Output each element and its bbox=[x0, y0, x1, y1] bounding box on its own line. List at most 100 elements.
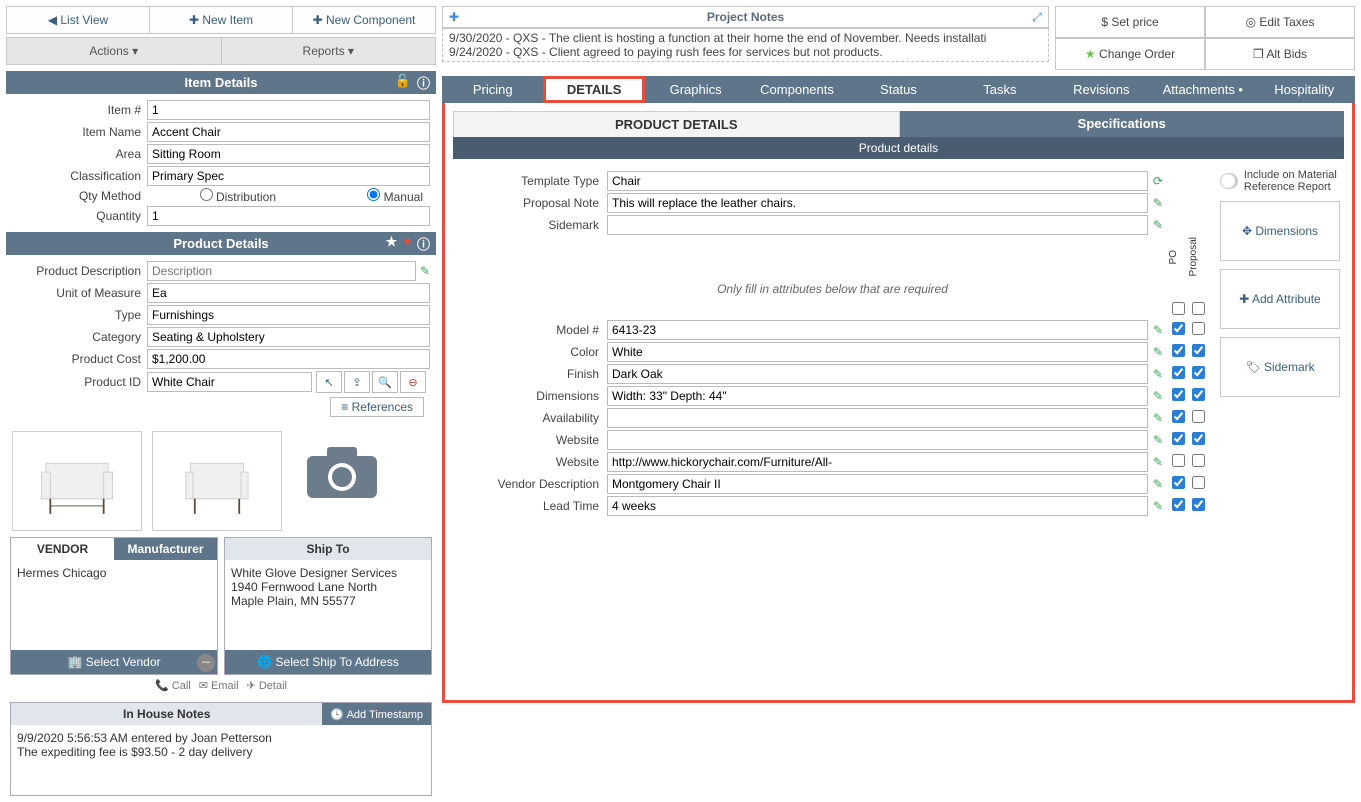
pencil-icon[interactable]: ✎ bbox=[420, 264, 430, 278]
tab-tasks[interactable]: Tasks bbox=[949, 76, 1050, 103]
tab-attachments[interactable]: Attachments • bbox=[1152, 76, 1253, 103]
pencil-icon[interactable]: ✎ bbox=[1148, 218, 1168, 232]
actions-menu[interactable]: Actions ▾ bbox=[7, 38, 222, 64]
pid-upload-icon[interactable]: ⇪ bbox=[344, 371, 370, 393]
attr-po-6[interactable] bbox=[1172, 454, 1185, 467]
refresh-icon[interactable]: ⟳ bbox=[1148, 174, 1168, 188]
attr-po-3[interactable] bbox=[1172, 388, 1185, 401]
pencil-icon[interactable]: ✎ bbox=[1148, 433, 1168, 447]
pencil-icon[interactable]: ✎ bbox=[1148, 345, 1168, 359]
set-price-button[interactable]: $ Set price bbox=[1055, 6, 1205, 38]
uom-input[interactable] bbox=[147, 283, 430, 303]
tab-hospitality[interactable]: Hospitality bbox=[1254, 76, 1355, 103]
expand-icon[interactable]: ⤢ bbox=[1026, 10, 1048, 25]
attr-proposal-8[interactable] bbox=[1192, 498, 1205, 511]
category-input[interactable] bbox=[147, 327, 430, 347]
new-item-button[interactable]: ✚ New Item bbox=[150, 7, 293, 33]
item-name-input[interactable] bbox=[147, 122, 430, 142]
pid-remove-icon[interactable]: ⊖ bbox=[400, 371, 426, 393]
template-type-input[interactable] bbox=[607, 171, 1148, 191]
pencil-icon[interactable]: ✎ bbox=[1148, 367, 1168, 381]
add-timestamp-button[interactable]: 🕓 Add Timestamp bbox=[322, 703, 431, 725]
reports-menu[interactable]: Reports ▾ bbox=[222, 38, 436, 64]
attr-proposal-6[interactable] bbox=[1192, 454, 1205, 467]
detail-link[interactable]: ✈ Detail bbox=[247, 679, 287, 692]
email-link[interactable]: ✉ Email bbox=[199, 679, 239, 692]
pencil-icon[interactable]: ✎ bbox=[1148, 411, 1168, 425]
pencil-icon[interactable]: ✎ bbox=[1148, 477, 1168, 491]
attr-po-0[interactable] bbox=[1172, 322, 1185, 335]
manufacturer-tab[interactable]: Manufacturer bbox=[114, 538, 217, 560]
pid-open-icon[interactable]: ↖ bbox=[316, 371, 342, 393]
project-notes-body[interactable]: 9/30/2020 - QXS - The client is hosting … bbox=[442, 28, 1049, 62]
list-view-button[interactable]: ◀ List View bbox=[7, 7, 150, 33]
quantity-input[interactable] bbox=[147, 206, 430, 226]
heart-icon[interactable]: ♥ bbox=[403, 234, 411, 253]
attr-input-2[interactable] bbox=[607, 364, 1148, 384]
attr-po-4[interactable] bbox=[1172, 410, 1185, 423]
attr-input-6[interactable] bbox=[607, 452, 1148, 472]
tab-status[interactable]: Status bbox=[848, 76, 949, 103]
sidemark-input[interactable] bbox=[607, 215, 1148, 235]
attr-input-0[interactable] bbox=[607, 320, 1148, 340]
subtab-product-details[interactable]: PRODUCT DETAILS bbox=[453, 111, 900, 137]
attr-po-7[interactable] bbox=[1172, 476, 1185, 489]
attr-proposal-3[interactable] bbox=[1192, 388, 1205, 401]
pencil-icon[interactable]: ✎ bbox=[1148, 323, 1168, 337]
qty-distribution-radio[interactable]: Distribution bbox=[147, 188, 282, 204]
tab-components[interactable]: Components bbox=[746, 76, 847, 103]
sidemark-button[interactable]: 🏷 Sidemark bbox=[1220, 337, 1340, 397]
vendor-tab[interactable]: VENDOR bbox=[11, 538, 114, 560]
attr-po-2[interactable] bbox=[1172, 366, 1185, 379]
notes-body[interactable]: 9/9/2020 5:56:53 AM entered by Joan Pett… bbox=[11, 725, 431, 795]
tab-graphics[interactable]: Graphics bbox=[645, 76, 746, 103]
attr-proposal-4[interactable] bbox=[1192, 410, 1205, 423]
include-report-toggle[interactable] bbox=[1220, 173, 1238, 189]
pid-search-icon[interactable]: 🔍 bbox=[372, 371, 398, 393]
pencil-icon[interactable]: ✎ bbox=[1148, 455, 1168, 469]
cost-input[interactable] bbox=[147, 349, 430, 369]
star-icon[interactable]: ★ bbox=[386, 234, 398, 253]
product-image-2[interactable] bbox=[152, 431, 282, 531]
attr-input-5[interactable] bbox=[607, 430, 1148, 450]
attr-proposal-1[interactable] bbox=[1192, 344, 1205, 357]
info-icon[interactable]: ⓘ bbox=[417, 234, 430, 253]
tab-details[interactable]: DETAILS bbox=[543, 76, 644, 103]
area-input[interactable] bbox=[147, 144, 430, 164]
add-note-icon[interactable]: ✚ bbox=[443, 10, 465, 24]
info-icon[interactable]: ⓘ bbox=[417, 73, 430, 92]
unlock-icon[interactable]: 🔓 bbox=[395, 73, 411, 92]
attr-proposal-7[interactable] bbox=[1192, 476, 1205, 489]
attr-po-1[interactable] bbox=[1172, 344, 1185, 357]
camera-icon[interactable] bbox=[292, 431, 392, 511]
dimensions-button[interactable]: ✥ Dimensions bbox=[1220, 201, 1340, 261]
type-input[interactable] bbox=[147, 305, 430, 325]
item-num-input[interactable] bbox=[147, 100, 430, 120]
attr-po-5[interactable] bbox=[1172, 432, 1185, 445]
desc-input[interactable] bbox=[147, 261, 416, 281]
attr-input-4[interactable] bbox=[607, 408, 1148, 428]
subtab-specifications[interactable]: Specifications bbox=[900, 111, 1345, 137]
select-shipto-button[interactable]: 🌐 Select Ship To Address bbox=[225, 650, 431, 674]
pencil-icon[interactable]: ✎ bbox=[1148, 196, 1168, 210]
pencil-icon[interactable]: ✎ bbox=[1148, 389, 1168, 403]
new-component-button[interactable]: ✚ New Component bbox=[293, 7, 435, 33]
call-link[interactable]: 📞 Call bbox=[155, 679, 191, 692]
attr-input-7[interactable] bbox=[607, 474, 1148, 494]
remove-vendor-icon[interactable]: － bbox=[197, 654, 215, 672]
select-vendor-button[interactable]: 🏢 Select Vendor bbox=[11, 650, 217, 674]
tab-pricing[interactable]: Pricing bbox=[442, 76, 543, 103]
attr-po-8[interactable] bbox=[1172, 498, 1185, 511]
proposal-note-input[interactable] bbox=[607, 193, 1148, 213]
attr-proposal-0[interactable] bbox=[1192, 322, 1205, 335]
pid-input[interactable] bbox=[147, 372, 312, 392]
references-button[interactable]: ≡ References bbox=[330, 397, 424, 417]
attr-proposal-2[interactable] bbox=[1192, 366, 1205, 379]
alt-bids-button[interactable]: ❐ Alt Bids bbox=[1205, 38, 1355, 70]
attr-input-8[interactable] bbox=[607, 496, 1148, 516]
pencil-icon[interactable]: ✎ bbox=[1148, 499, 1168, 513]
qty-manual-radio[interactable]: Manual bbox=[294, 188, 429, 204]
attr-input-3[interactable] bbox=[607, 386, 1148, 406]
classification-input[interactable] bbox=[147, 166, 430, 186]
attr-input-1[interactable] bbox=[607, 342, 1148, 362]
